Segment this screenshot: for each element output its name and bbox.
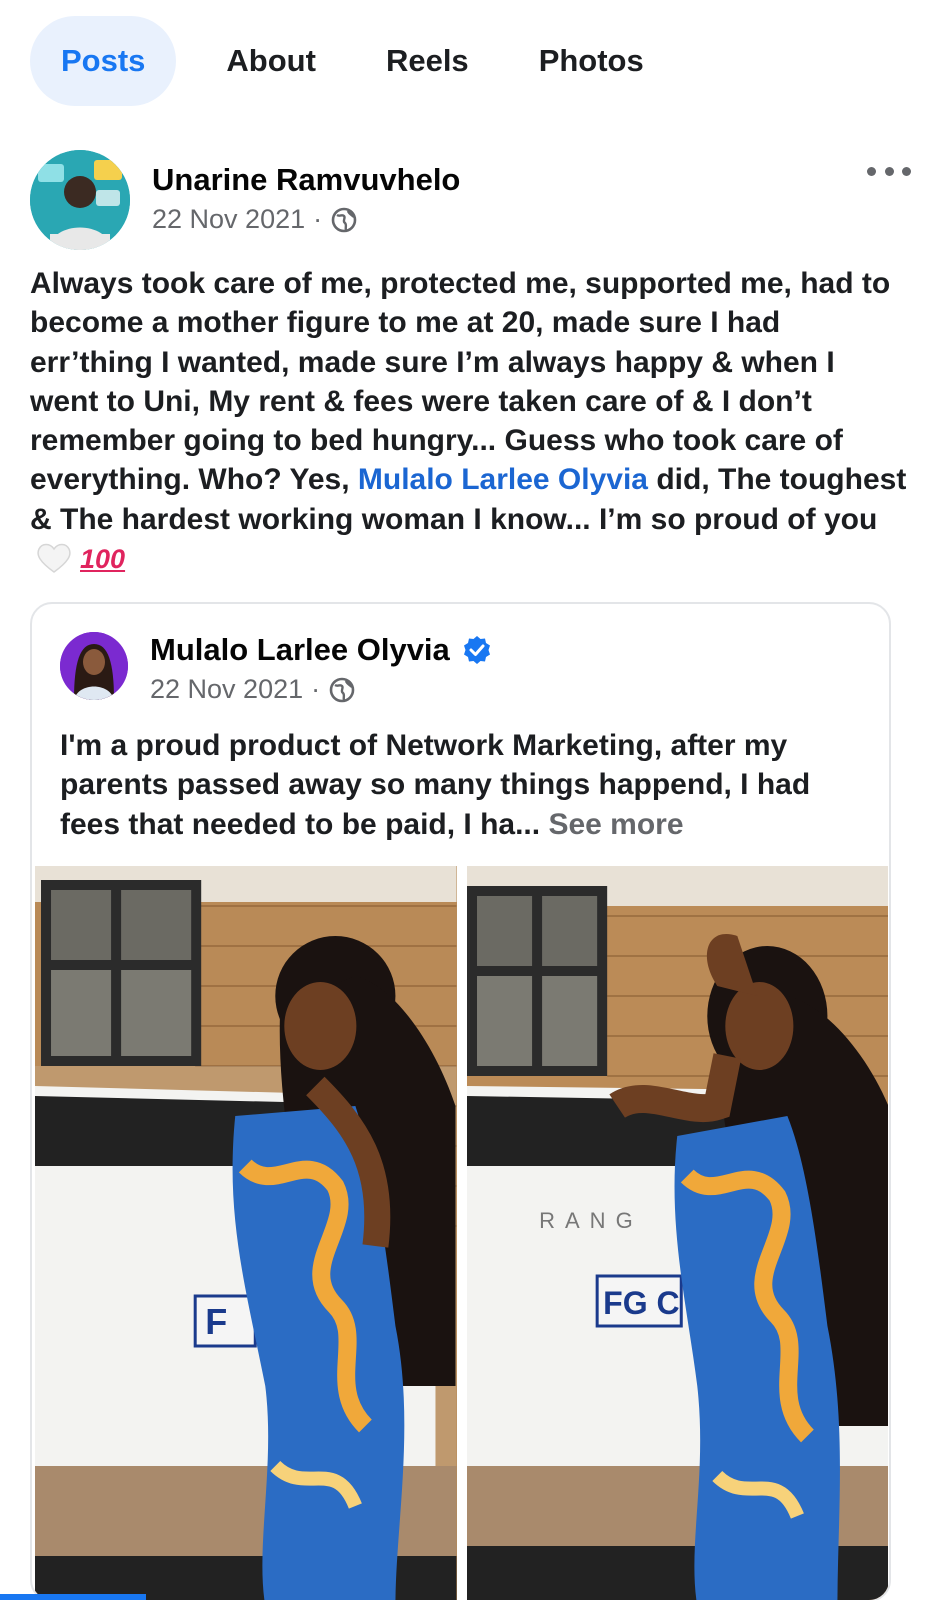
post-date[interactable]: 22 Nov 2021 [152, 204, 305, 235]
globe-icon [329, 677, 355, 702]
svg-text:F: F [205, 1301, 227, 1342]
scroll-progress-indicator [0, 1594, 146, 1600]
author-avatar[interactable] [30, 150, 130, 250]
white-heart-icon [37, 543, 71, 573]
shared-post-date[interactable]: 22 Nov 2021 [150, 674, 303, 705]
profile-tabs: Posts About Reels Photos [30, 16, 674, 106]
verified-badge-icon [463, 636, 490, 664]
globe-icon [331, 207, 357, 232]
see-more-link[interactable]: See more [548, 808, 683, 841]
shared-post-card[interactable]: Mulalo Larlee Olyvia 22 Nov 2021 · I'm a… [30, 602, 891, 1600]
tab-photos[interactable]: Photos [509, 16, 674, 106]
shared-photo[interactable]: RANG FG C [466, 866, 888, 1600]
car-badge-text: RANG [539, 1208, 643, 1233]
meta-separator: · [311, 674, 321, 704]
shared-post-text: I'm a proud product of Network Marketing… [60, 726, 870, 844]
shared-author-row: Mulalo Larlee Olyvia [150, 632, 492, 668]
tab-posts[interactable]: Posts [30, 16, 177, 106]
post-header: Unarine Ramvuvhelo 22 Nov 2021 · [30, 150, 911, 250]
hundred-points-icon: 100 [80, 544, 126, 575]
shared-photo[interactable]: F [35, 866, 457, 1600]
more-options-icon[interactable] [867, 156, 911, 186]
shared-author-avatar[interactable] [60, 632, 128, 700]
post-meta: 22 Nov 2021 · [152, 204, 358, 235]
mention-link[interactable]: Mulalo Larlee Olyvia [358, 463, 648, 496]
meta-separator: · [313, 204, 323, 234]
post-text: Always took care of me, protected me, su… [30, 264, 910, 579]
shared-photos: F RANG FG C [35, 866, 888, 1600]
shared-post-meta: 22 Nov 2021 · [150, 674, 356, 705]
shared-post-body: I'm a proud product of Network Marketing… [60, 729, 811, 841]
tab-reels[interactable]: Reels [346, 16, 509, 106]
shared-author-name[interactable]: Mulalo Larlee Olyvia [150, 632, 450, 668]
plate-text: FG C [603, 1285, 679, 1321]
post-author-name[interactable]: Unarine Ramvuvhelo [152, 162, 460, 198]
tab-about[interactable]: About [196, 16, 346, 106]
